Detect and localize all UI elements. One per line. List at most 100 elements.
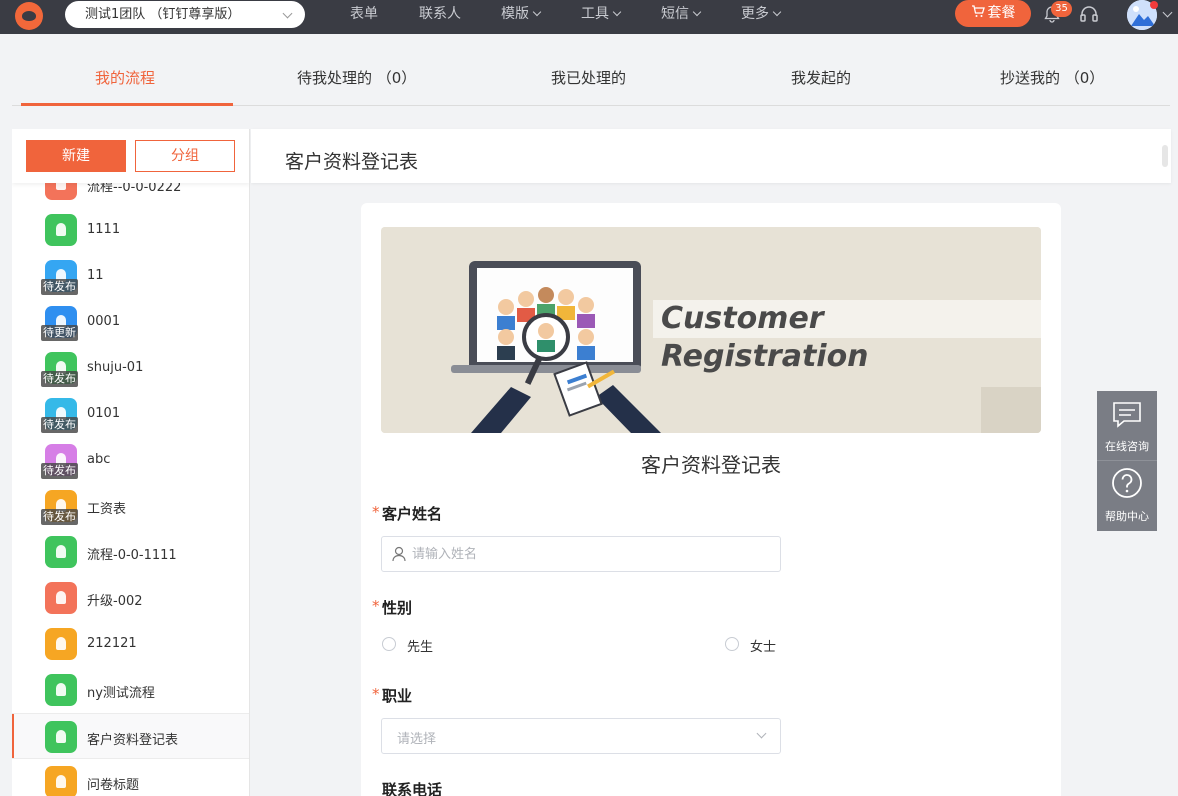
top-nav-bar: 测试1团队 （钉钉尊享版） 表单 联系人 模版 工具 短信 更多 套餐 35 [0,0,1178,34]
job-field-label: * 职业 [372,685,413,706]
app-logo[interactable] [15,2,43,30]
online-consult-label: 在线咨询 [1105,440,1149,453]
avatar-status-dot [1150,1,1158,9]
tab-initiated[interactable]: 我发起的 [791,67,851,88]
nav-item-templates[interactable]: 模版 [501,0,542,28]
form-title: 客户资料登记表 [641,453,781,477]
sidebar-item-label: 1111 [87,222,121,237]
package-button[interactable]: 套餐 [955,0,1031,27]
sidebar-item-label: 升级-002 [87,594,143,609]
sidebar-process-item[interactable]: 0101 待发布 [12,391,249,437]
nav-item-more[interactable]: 更多 [741,0,782,28]
sidebar-process-item[interactable]: 流程-0-0-1111 [12,529,249,575]
status-badge: 待发布 [41,371,78,387]
process-sidebar: 新建 分组 流程--0-0-0222 1111 11 待发布 0001 待更新 shuju-… [12,129,250,796]
status-badge: 待发布 [41,463,78,479]
gender-label-text: 性别 [382,599,413,617]
nav-label: 联系人 [419,6,461,22]
sidebar-process-item[interactable]: ny测试流程 [12,667,249,713]
scrollbar[interactable] [1162,145,1168,167]
sidebar-process-item[interactable]: 212121 [12,621,249,667]
name-field-label: * 客户姓名 [372,503,442,524]
nav-item-forms[interactable]: 表单 [350,0,378,28]
user-clock-icon [45,674,77,706]
headset-icon[interactable] [1079,5,1099,23]
chevron-down-icon [756,728,767,739]
sidebar-process-item[interactable]: 11 待发布 [12,253,249,299]
sidebar-process-item[interactable]: 工资表 待发布 [12,483,249,529]
handshake-icon [45,582,77,614]
status-badge: 待更新 [41,325,78,341]
question-icon [1112,468,1142,498]
name-input[interactable] [412,537,772,571]
group-button[interactable]: 分组 [135,140,235,172]
name-field[interactable] [381,536,781,572]
sidebar-item-label: 客户资料登记表 [87,733,179,748]
nav-item-contacts[interactable]: 联系人 [419,0,461,28]
radio-label: 先生 [407,640,434,655]
nav-label: 短信 [661,6,689,22]
sidebar-process-item[interactable]: 升级-002 [12,575,249,621]
sidebar-item-label: 212121 [87,636,137,651]
job-select-placeholder: 请选择 [397,732,437,747]
nav-label: 表单 [350,6,378,22]
user-icon [45,214,77,246]
required-mark: * [372,597,380,615]
sidebar-item-label: 11 [87,268,104,283]
radio-circle [382,637,396,651]
nav-label: 工具 [581,6,609,22]
sidebar-item-label: 流程-0-0-1111 [87,548,177,563]
chevron-down-icon [612,7,622,17]
nav-item-tools[interactable]: 工具 [581,0,622,28]
sidebar-item-label: 0101 [87,406,121,421]
sidebar-process-item[interactable]: 客户资料登记表 [12,713,249,759]
required-mark: * [372,685,380,703]
sidebar-item-label: 0001 [87,314,121,329]
job-label-text: 职业 [382,687,413,705]
tab-pending[interactable]: 待我处理的 （0） [297,67,416,88]
radio-circle [725,637,739,651]
form-header: 客户资料登记表 [251,129,1171,183]
active-tab-indicator [21,103,233,106]
team-selector[interactable]: 测试1团队 （钉钉尊享版） [65,1,305,28]
tab-processed[interactable]: 我已处理的 [551,67,626,88]
tab-my-process[interactable]: 我的流程 [95,67,155,88]
sidebar-process-item[interactable]: 1111 [12,207,249,253]
sidebar-item-label: ny测试流程 [87,686,155,701]
process-list: 流程--0-0-0222 1111 11 待发布 0001 待更新 shuju-01 待发布 0… [12,161,249,796]
sidebar-process-item[interactable]: shuju-01 待发布 [12,345,249,391]
nav-label: 模版 [501,6,529,22]
chevron-down-icon [282,8,293,19]
sidebar-item-label: 工资表 [87,502,127,517]
online-consult-button[interactable]: 在线咨询 [1097,391,1157,461]
cart-icon [45,766,77,796]
job-select[interactable]: 请选择 [381,718,781,754]
nav-label: 更多 [741,6,769,22]
user-icon [392,546,406,562]
nav-item-sms[interactable]: 短信 [661,0,702,28]
gender-field-label: * 性别 [372,597,413,618]
team-selector-label: 测试1团队 （钉钉尊享版） [85,7,241,22]
sidebar-process-item[interactable]: 问卷标题 [12,759,249,796]
tab-cc[interactable]: 抄送我的 （0） [1000,67,1104,88]
sidebar-process-item[interactable]: abc 待发布 [12,437,249,483]
status-badge: 待发布 [41,417,78,433]
chevron-down-icon[interactable] [1162,7,1173,18]
process-tabs: 我的流程 待我处理的 （0） 我已处理的 我发起的 抄送我的 （0） [0,34,1178,128]
sidebar-actions: 新建 分组 [12,129,249,183]
status-badge: 待发布 [41,279,78,295]
notification-badge: 35 [1051,1,1072,17]
bar-chart-icon [45,628,77,660]
status-badge: 待发布 [41,509,78,525]
sidebar-item-label: shuju-01 [87,360,144,375]
help-center-button[interactable]: 帮助中心 [1097,461,1157,531]
cart-icon [971,5,985,17]
chevron-down-icon [772,7,782,17]
page-title: 客户资料登记表 [285,151,419,173]
sidebar-process-item[interactable]: 0001 待更新 [12,299,249,345]
banner-title: Customer Registration [653,300,1041,374]
phone-field-label: 联系电话 [382,781,443,796]
floating-help-panel: 在线咨询 帮助中心 [1097,391,1157,531]
new-button[interactable]: 新建 [26,140,126,172]
chevron-down-icon [532,7,542,17]
